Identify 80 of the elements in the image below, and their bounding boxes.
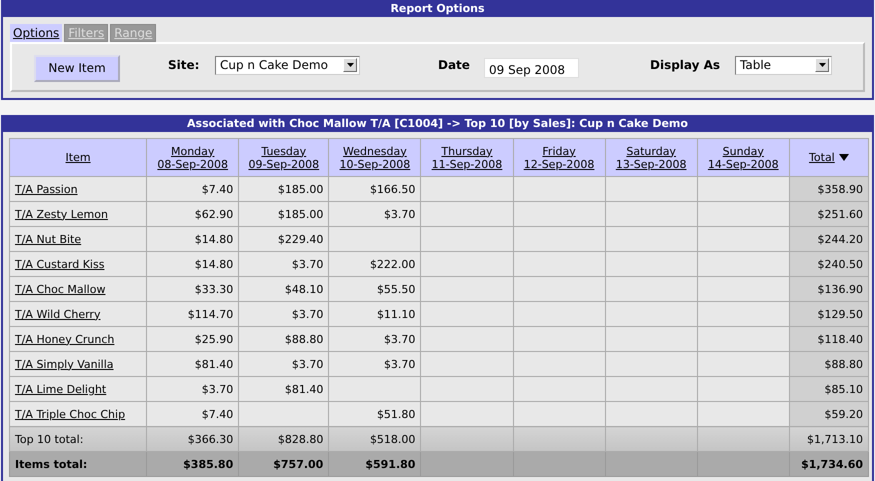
table-cell: $7.40 [202,408,234,420]
total-label: Top 10 total: [10,426,147,452]
tab[interactable]: Options [10,24,62,42]
table-cell: $3.70 [292,358,324,370]
table-cell: $48.10 [284,282,324,296]
table-cell: $518.00 [370,432,416,446]
table-cell: $59.20 [824,408,863,420]
field-label: Site: [168,58,200,72]
table-cell: $185.00 [278,208,324,220]
column-header[interactable]: Thursday 11-Sep-2008 [420,138,514,176]
table-cell: $358.90 [818,182,863,196]
table-cell: $81.40 [284,382,324,396]
site-dropdown[interactable]: Cup n Cake Demo [215,56,360,74]
table-cell: $11.10 [376,308,416,320]
table-cell: $828.80 [278,432,324,446]
item-link[interactable]: T/A Choc Mallow [10,276,147,302]
table-cell: $51.80 [376,408,416,420]
item-link[interactable]: T/A Passion [10,176,147,202]
table-cell: $1,713.10 [807,432,863,446]
table-cell: $88.80 [284,332,324,346]
table-cell: $240.50 [818,258,863,270]
field-label: Date [438,58,471,72]
table-cell: $757.00 [273,458,324,470]
total-label: Items total: [10,452,147,476]
table-cell: $118.40 [818,332,863,346]
table-cell: $366.30 [188,432,234,446]
table-cell: $3.70 [384,332,416,346]
panel-title: Report Options [1,0,874,17]
table-cell: $3.70 [292,258,324,270]
table-cell: $3.70 [384,208,416,220]
date-field[interactable]: 09 Sep 2008 [484,58,579,78]
caret-icon [346,63,354,67]
column-header[interactable]: Item [66,151,91,164]
table-cell: $244.20 [818,232,863,246]
table-cell: $85.10 [824,382,863,396]
caret-icon [818,63,826,67]
table-cell: $114.70 [188,308,234,320]
item-link[interactable]: T/A Nut Bite [10,226,147,252]
item-link[interactable]: T/A Honey Crunch [10,326,147,352]
table-cell: $129.50 [818,308,863,320]
table-cell: $14.80 [194,258,234,270]
table-cell: $385.80 [183,458,234,470]
column-header[interactable]: Sunday 14-Sep-2008 [697,138,790,176]
table-cell: $33.30 [194,282,234,296]
item-link[interactable]: T/A Lime Delight [10,376,147,402]
column-header[interactable]: Tuesday 09-Sep-2008 [238,138,329,176]
table-cell: $25.90 [194,332,234,346]
table-cell: $136.90 [818,282,863,296]
table-cell: $222.00 [370,258,416,270]
table-cell: $3.70 [384,358,416,370]
item-link[interactable]: T/A Zesty Lemon [10,202,147,226]
table-cell: $3.70 [292,308,324,320]
item-link[interactable]: T/A Custard Kiss [10,252,147,276]
table-cell: $3.70 [202,382,234,396]
table-cell: $62.90 [194,208,234,220]
column-header[interactable]: Monday 08-Sep-2008 [146,138,239,176]
column-header[interactable]: Friday 12-Sep-2008 [513,138,606,176]
column-header[interactable]: Saturday 13-Sep-2008 [605,138,698,176]
new-item-button[interactable]: New Item [34,54,120,82]
table-cell: $88.80 [824,358,863,370]
table-cell: $185.00 [278,182,324,196]
table-cell: $1,734.60 [801,458,863,470]
item-link[interactable]: T/A Simply Vanilla [10,352,147,376]
display-as-dropdown[interactable]: Table [735,56,832,74]
item-link[interactable]: T/A Wild Cherry [10,302,147,326]
table-cell: $81.40 [194,358,234,370]
table-cell: $14.80 [194,232,234,246]
report-title: Associated with Choc Mallow T/A [C1004] -> Top 10 [by Sales]: Cup n Cake Demo [1,115,874,132]
dropdown-button[interactable] [343,58,357,72]
item-link[interactable]: T/A Triple Choc Chip [10,402,147,426]
table-cell: $55.50 [376,282,416,296]
column-header[interactable]: Total [809,151,835,164]
field-label: Display As [650,58,722,72]
table-cell: $591.80 [365,458,416,470]
column-header[interactable]: Wednesday 10-Sep-2008 [328,138,421,176]
dropdown-button[interactable] [815,58,829,72]
table-cell: $7.40 [202,182,234,196]
table-cell: $166.50 [370,182,416,196]
table-cell: $251.60 [818,208,863,220]
table-cell: $229.40 [278,232,324,246]
